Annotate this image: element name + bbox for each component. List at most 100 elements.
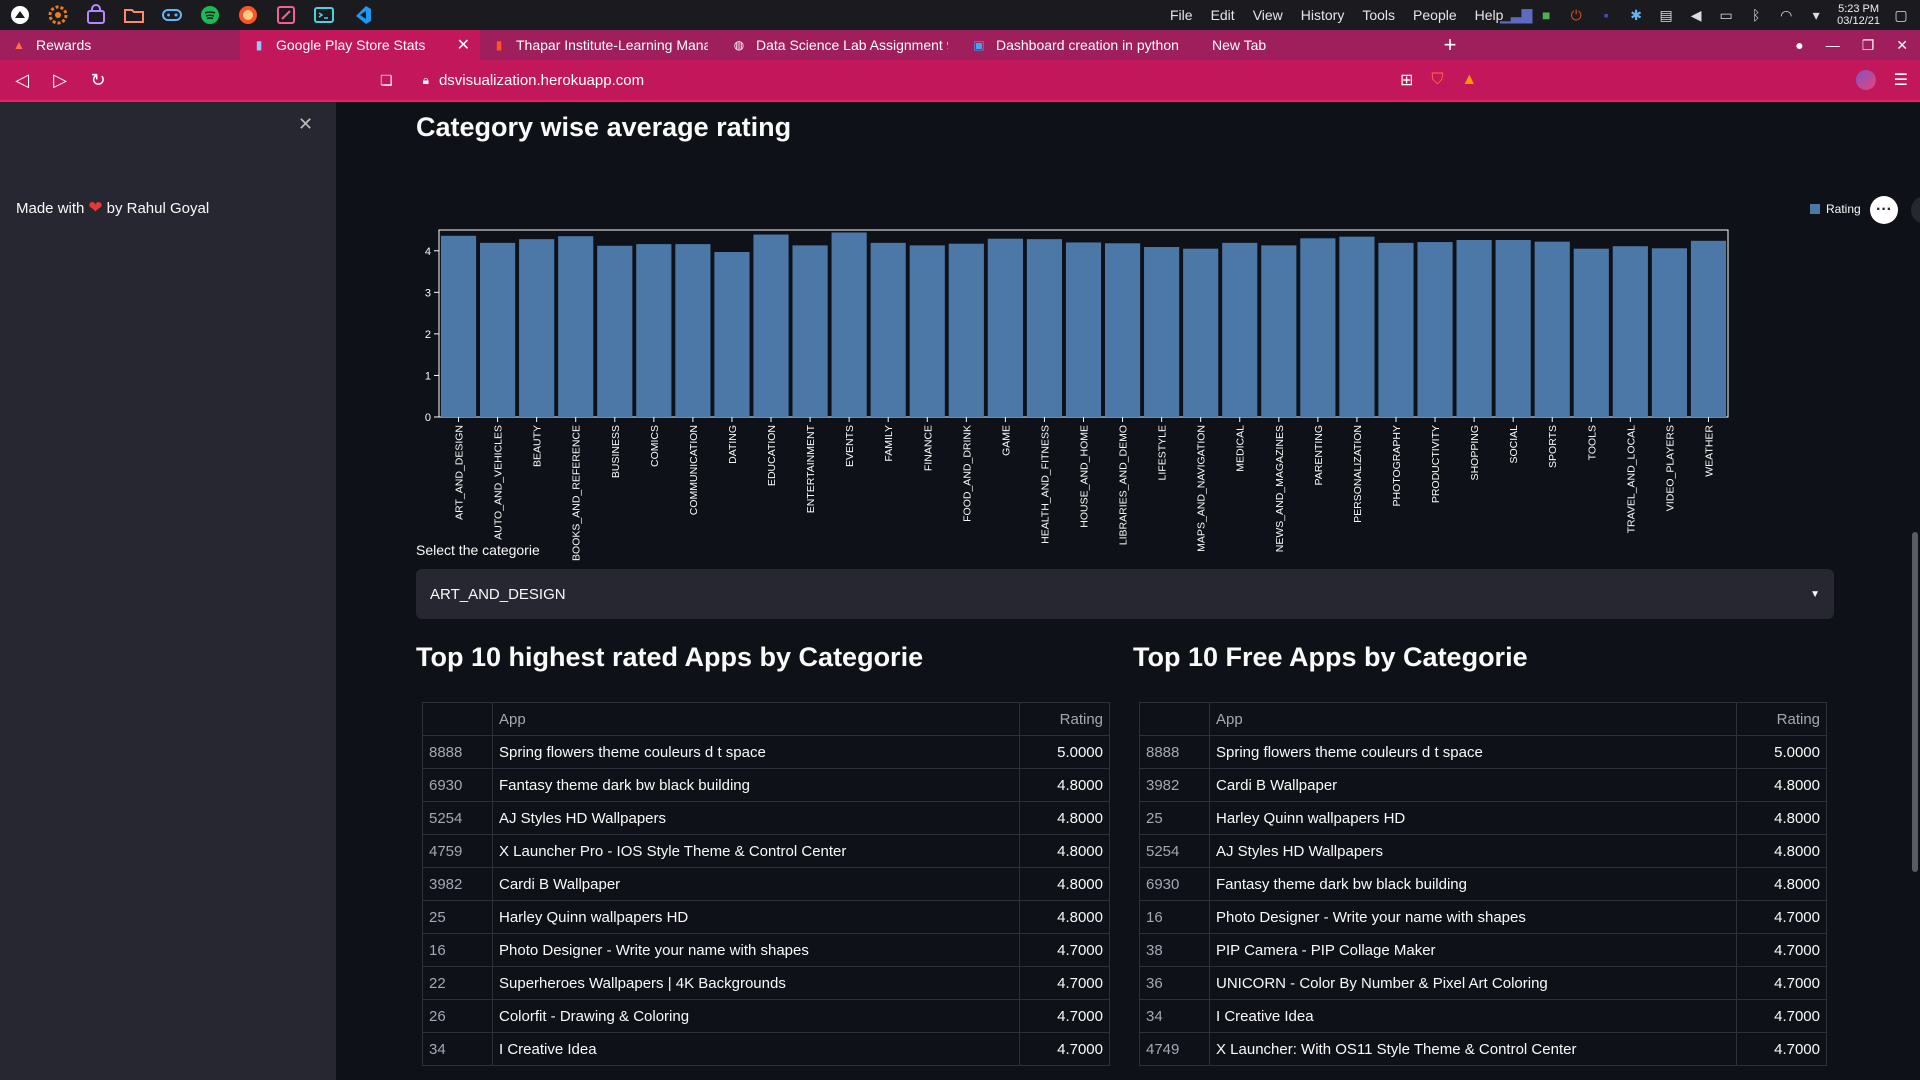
back-arrow-icon[interactable]: ◁: [6, 64, 38, 96]
table-row[interactable]: 38 PIP Camera - PIP Collage Maker 4.7000: [1139, 933, 1827, 967]
rating-header[interactable]: Rating: [1736, 702, 1827, 736]
reload-icon[interactable]: ↻: [82, 64, 114, 96]
menu-people[interactable]: People: [1413, 7, 1457, 23]
bar[interactable]: [1651, 248, 1687, 417]
brave-browser-icon[interactable]: [234, 2, 262, 28]
lock-icon[interactable]: ■: [1537, 6, 1555, 24]
system-clock[interactable]: 5:23 PM 03/12/21: [1837, 3, 1880, 27]
bar[interactable]: [440, 235, 477, 417]
table-row[interactable]: 5254 AJ Styles HD Wallpapers 4.8000: [1139, 834, 1827, 868]
bar[interactable]: [1573, 248, 1609, 417]
bar[interactable]: [1261, 245, 1297, 417]
bar[interactable]: [792, 245, 828, 417]
bar[interactable]: [1495, 239, 1531, 417]
bar[interactable]: [1690, 240, 1727, 417]
spotify-icon[interactable]: [196, 2, 224, 28]
bar[interactable]: [636, 244, 672, 417]
menu-view[interactable]: View: [1253, 7, 1283, 23]
bar[interactable]: [870, 242, 906, 417]
sidebar-close-icon[interactable]: ✕: [298, 114, 313, 135]
forward-arrow-icon[interactable]: ▷: [44, 64, 76, 96]
text-editor-icon[interactable]: [272, 2, 300, 28]
notifications-icon[interactable]: ▢: [1892, 6, 1910, 24]
bar[interactable]: [1339, 236, 1375, 417]
tab-new-tab[interactable]: New Tab: [1200, 30, 1430, 60]
menu-edit[interactable]: Edit: [1211, 7, 1235, 23]
table-row[interactable]: 25 Harley Quinn wallpapers HD 4.8000: [1139, 801, 1827, 835]
table-row[interactable]: 36 UNICORN - Color By Number & Pixel Art …: [1139, 966, 1827, 1000]
minimize-icon[interactable]: —: [1826, 37, 1840, 53]
table-row[interactable]: 22 Superheroes Wallpapers | 4K Background…: [422, 966, 1110, 1000]
bar[interactable]: [558, 236, 594, 417]
bar[interactable]: [597, 245, 633, 417]
close-window-icon[interactable]: ✕: [1896, 37, 1908, 54]
bar[interactable]: [1456, 239, 1492, 417]
scroll-thumb[interactable]: [1912, 532, 1918, 872]
bar[interactable]: [1026, 239, 1063, 417]
bar[interactable]: [1612, 246, 1648, 417]
bar[interactable]: [675, 244, 711, 417]
bar[interactable]: [1300, 238, 1336, 417]
tab-thapar-lms[interactable]: ▮ Thapar Institute-Learning Manag: [480, 30, 720, 60]
brave-shield-icon[interactable]: ⛉: [1431, 71, 1443, 89]
wifi-icon[interactable]: ◠: [1777, 6, 1795, 24]
system-menu-icon[interactable]: [6, 2, 34, 28]
rating-header[interactable]: Rating: [1019, 702, 1110, 736]
table-row[interactable]: 6930 Fantasy theme dark bw black building…: [422, 768, 1110, 802]
keyboard-layout-icon[interactable]: ▪: [1597, 6, 1615, 24]
padlock-icon[interactable]: 🔒︎: [423, 73, 429, 88]
table-row[interactable]: 5254 AJ Styles HD Wallpapers 4.8000: [422, 801, 1110, 835]
app-header[interactable]: App: [492, 702, 1020, 736]
tab-google-play-store-stats[interactable]: ▮ Google Play Store Stats ✕: [240, 30, 480, 60]
menu-history[interactable]: History: [1301, 7, 1345, 23]
bar[interactable]: [1222, 242, 1258, 417]
chevron-down-icon[interactable]: ▾: [1807, 6, 1825, 24]
table-row[interactable]: 4759 X Launcher Pro - IOS Style Theme & C…: [422, 834, 1110, 868]
bookmark-icon[interactable]: ❏: [380, 72, 393, 89]
table-row[interactable]: 34 I Creative Idea 4.7000: [422, 1032, 1110, 1066]
power-icon[interactable]: ⏻: [1567, 6, 1585, 24]
app-header[interactable]: App: [1209, 702, 1737, 736]
battery-icon[interactable]: ▭: [1717, 6, 1735, 24]
brave-rewards-icon[interactable]: ▲: [1461, 71, 1477, 89]
bar[interactable]: [909, 245, 945, 417]
vscode-icon[interactable]: [348, 2, 376, 28]
chart-more-options-icon[interactable]: ···: [1870, 196, 1898, 224]
profile-avatar-icon[interactable]: [1855, 70, 1876, 90]
bar[interactable]: [1378, 242, 1414, 417]
table-row[interactable]: 16 Photo Designer - Write your name with …: [422, 933, 1110, 967]
table-row[interactable]: 3982 Cardi B Wallpaper 4.8000: [1139, 768, 1827, 802]
table-row[interactable]: 8888 Spring flowers theme couleurs d t sp…: [422, 735, 1110, 769]
tab-dashboard-python[interactable]: ▣ Dashboard creation in python: [960, 30, 1200, 60]
bar[interactable]: [1534, 241, 1570, 417]
table-row[interactable]: 25 Harley Quinn wallpapers HD 4.8000: [422, 900, 1110, 934]
table-row[interactable]: 8888 Spring flowers theme couleurs d t sp…: [1139, 735, 1827, 769]
page-scrollbar[interactable]: [1910, 102, 1920, 1080]
hamburger-menu-icon[interactable]: ☰: [1894, 70, 1908, 90]
index-header[interactable]: [422, 702, 493, 736]
table-row[interactable]: 26 Colorfit - Drawing & Coloring 4.7000: [422, 999, 1110, 1033]
cpu-graph-icon[interactable]: ▁▃▇: [1500, 6, 1532, 24]
url-text[interactable]: dsvisualization.herokuapp.com: [439, 72, 644, 89]
chevron-down-icon[interactable]: ▼: [1810, 589, 1820, 600]
bar[interactable]: [831, 232, 867, 417]
table-row[interactable]: 4749 X Launcher: With OS11 Style Theme & …: [1139, 1032, 1827, 1066]
bar[interactable]: [1104, 243, 1141, 417]
table-row[interactable]: 6930 Fantasy theme dark bw black building…: [1139, 867, 1827, 901]
menu-tools[interactable]: Tools: [1362, 7, 1395, 23]
bluetooth-icon[interactable]: ᛒ: [1747, 6, 1765, 24]
index-header[interactable]: [1139, 702, 1210, 736]
settings-gear-icon[interactable]: [44, 2, 72, 28]
terminal-icon[interactable]: [310, 2, 338, 28]
menu-file[interactable]: File: [1170, 7, 1193, 23]
bar[interactable]: [1144, 247, 1180, 417]
bar[interactable]: [948, 243, 984, 417]
table-row[interactable]: 34 I Creative Idea 4.7000: [1139, 999, 1827, 1033]
tab-data-science-lab[interactable]: ◍ Data Science Lab Assignment 9.pc: [720, 30, 960, 60]
table-row[interactable]: 16 Photo Designer - Write your name with …: [1139, 900, 1827, 934]
maximize-icon[interactable]: ❐: [1862, 37, 1875, 54]
store-bag-icon[interactable]: [82, 2, 110, 28]
bar[interactable]: [987, 238, 1023, 417]
close-icon[interactable]: ✕: [457, 35, 470, 55]
gear-icon[interactable]: ✱: [1627, 6, 1645, 24]
